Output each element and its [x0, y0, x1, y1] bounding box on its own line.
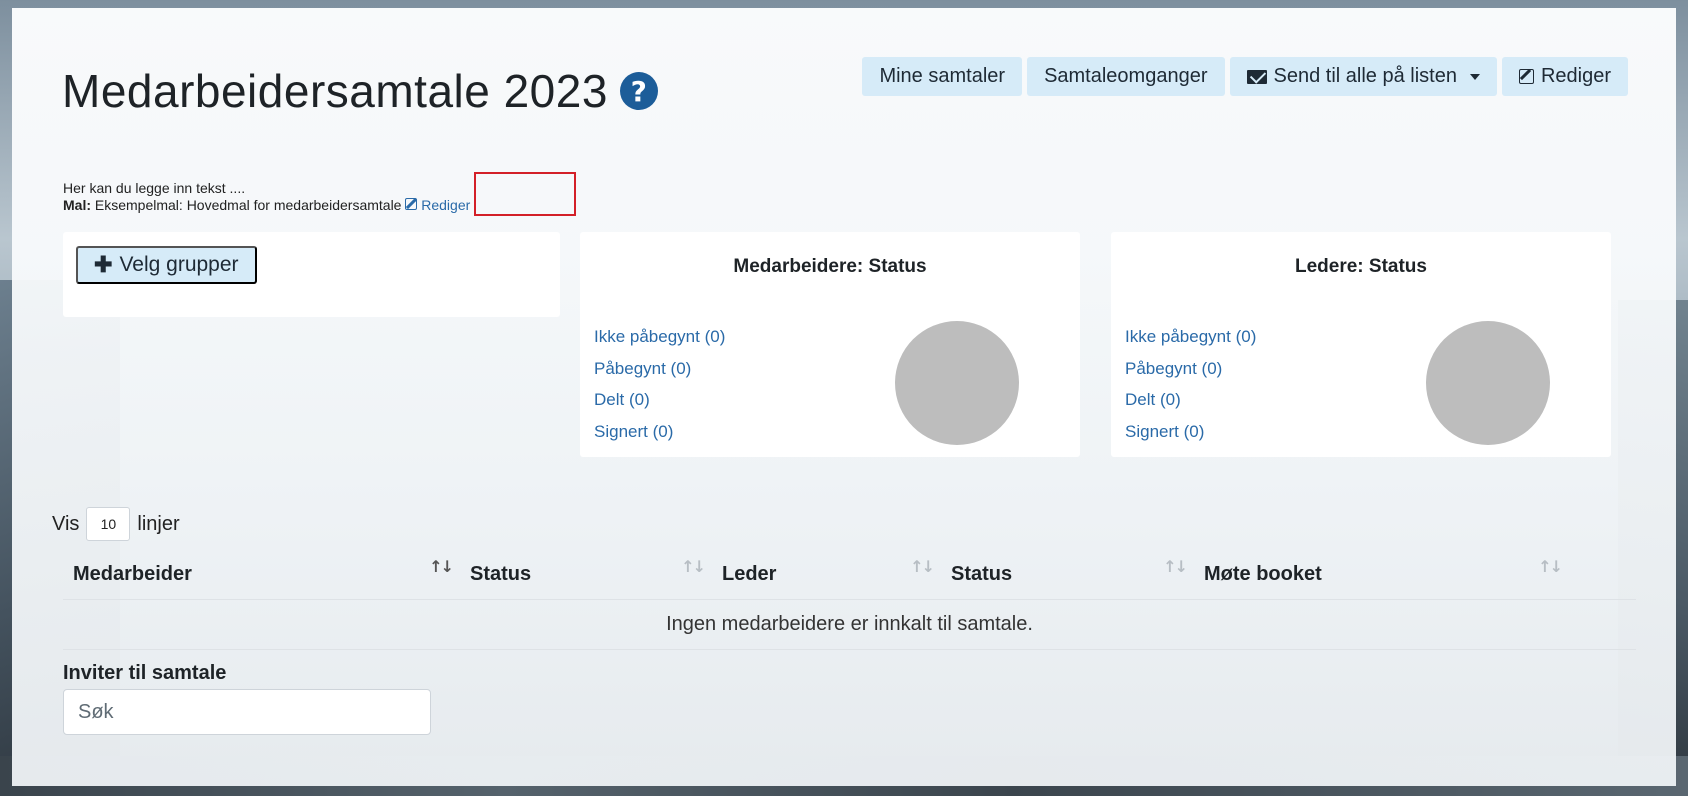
samtaleomganger-label: Samtaleomganger — [1044, 65, 1208, 87]
column-header-label: Leder — [722, 563, 777, 585]
column-header-label: Medarbeider — [73, 563, 192, 585]
page-length-suffix: linjer — [137, 512, 180, 535]
column-header-label: Møte booket — [1204, 563, 1322, 585]
employee-status-list: Ikke påbegynt (0) Påbegynt (0) Delt (0) … — [594, 321, 725, 447]
employee-status-card: Medarbeidere: Status Ikke påbegynt (0) P… — [580, 232, 1080, 457]
employee-status-shared[interactable]: Delt (0) — [594, 384, 725, 416]
leader-status-started[interactable]: Påbegynt (0) — [1125, 353, 1256, 385]
sort-icon: ↑↓ — [1538, 557, 1563, 576]
employee-status-not-started[interactable]: Ikke påbegynt (0) — [594, 321, 725, 353]
leader-status-not-started[interactable]: Ikke påbegynt (0) — [1125, 321, 1256, 353]
envelope-icon — [1246, 69, 1267, 84]
select-groups-button[interactable]: ✚ Velg grupper — [76, 246, 257, 284]
table-empty-message: Ingen medarbeidere er innkalt til samtal… — [666, 613, 1033, 635]
samtaleomganger-button[interactable]: Samtaleomganger — [1027, 57, 1225, 96]
leader-status-pie-chart — [1426, 321, 1550, 445]
intro-text-block: Her kan du legge inn tekst .... Mal: Eks… — [63, 180, 470, 214]
caret-down-icon — [1469, 73, 1480, 80]
employee-status-signed[interactable]: Signert (0) — [594, 416, 725, 448]
edit-icon — [405, 198, 418, 210]
page-title-text: Medarbeidersamtale 2023 — [62, 65, 608, 117]
header-actions: Mine samtaler Samtaleomganger Send til a… — [862, 57, 1628, 96]
invite-search-input[interactable] — [63, 689, 431, 735]
leader-status-title: Ledere: Status — [1295, 256, 1427, 277]
column-header-label: Status — [951, 563, 1013, 585]
table-empty-row: Ingen medarbeidere er innkalt til samtal… — [63, 600, 1636, 650]
template-value: Eksempelmal: Hovedmal for medarbeidersam… — [94, 197, 402, 213]
column-header-label: Status — [470, 563, 532, 585]
select-groups-label: Velg grupper — [119, 253, 239, 276]
intro-text: Her kan du legge inn tekst .... — [63, 180, 246, 196]
employee-status-title: Medarbeidere: Status — [733, 256, 927, 277]
groups-card: ✚ Velg grupper — [63, 232, 560, 317]
employee-status-pie-chart — [895, 321, 1019, 445]
send-to-all-button[interactable]: Send til alle på listen — [1229, 57, 1497, 96]
edit-label: Rediger — [1540, 65, 1611, 87]
sort-icon: ↑↓ — [910, 557, 935, 576]
template-line: Mal: Eksempelmal: Hovedmal for medarbeid… — [63, 197, 470, 214]
page-length-control: Vis 10 linjer — [52, 507, 180, 541]
leader-status-signed[interactable]: Signert (0) — [1125, 416, 1256, 448]
mine-samtaler-label: Mine samtaler — [879, 65, 1006, 87]
invite-label: Inviter til samtale — [63, 662, 227, 684]
column-header-leader[interactable]: Leder ↑↓ — [712, 557, 941, 586]
page-length-select[interactable]: 10 — [86, 507, 131, 541]
page-length-prefix: Vis — [52, 512, 80, 535]
template-edit-label: Rediger — [421, 197, 471, 213]
leader-status-card: Ledere: Status Ikke påbegynt (0) Påbegyn… — [1111, 232, 1611, 457]
edit-button[interactable]: Rediger — [1501, 57, 1628, 96]
table-header: Medarbeider ↑↓ Status ↑↓ Leder ↑↓ Status… — [63, 550, 1636, 600]
highlight-box — [474, 172, 576, 216]
column-header-employee[interactable]: Medarbeider ↑↓ — [63, 557, 460, 586]
leader-status-list: Ikke påbegynt (0) Påbegynt (0) Delt (0) … — [1125, 321, 1256, 447]
column-header-leader-status[interactable]: Status ↑↓ — [941, 557, 1194, 586]
sort-icon: ↑↓ — [681, 557, 706, 576]
leader-status-shared[interactable]: Delt (0) — [1125, 384, 1256, 416]
employee-status-started[interactable]: Påbegynt (0) — [594, 353, 725, 385]
mine-samtaler-button[interactable]: Mine samtaler — [862, 57, 1023, 96]
plus-icon: ✚ — [94, 252, 113, 277]
send-to-all-label: Send til alle på listen — [1273, 65, 1457, 87]
column-header-meeting-booked[interactable]: Møte booket ↑↓ — [1194, 557, 1569, 586]
sort-icon: ↑↓ — [429, 557, 454, 576]
page-title: Medarbeidersamtale 2023 ? — [62, 64, 658, 118]
sort-icon: ↑↓ — [1163, 557, 1188, 576]
edit-icon — [1518, 69, 1534, 84]
template-label: Mal: — [63, 197, 91, 213]
employee-table: Medarbeider ↑↓ Status ↑↓ Leder ↑↓ Status… — [63, 550, 1636, 650]
help-icon[interactable]: ? — [619, 72, 658, 110]
column-header-status[interactable]: Status ↑↓ — [460, 557, 712, 586]
template-edit-link[interactable]: Rediger — [405, 197, 470, 213]
